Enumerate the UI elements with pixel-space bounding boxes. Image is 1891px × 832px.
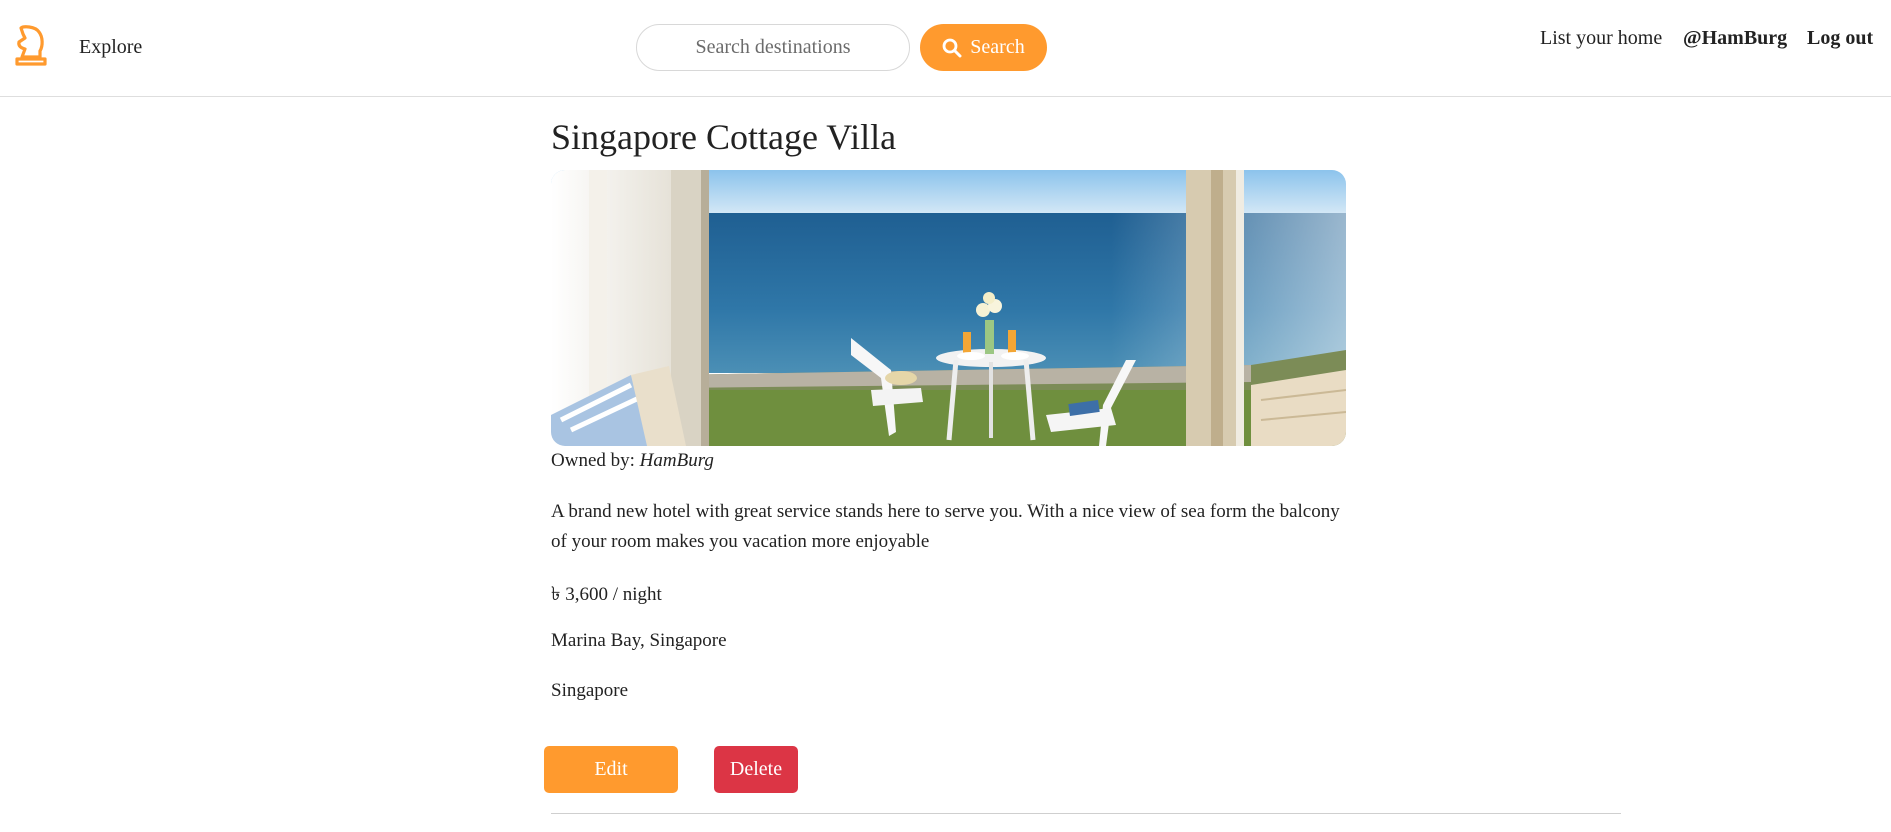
listing-country: Singapore: [551, 680, 629, 701]
search-icon: [942, 38, 962, 58]
section-divider: [551, 813, 1621, 814]
listing-title: Singapore Cottage Villa: [551, 117, 897, 157]
top-navbar: Explore Search List your home @HamBurg L…: [0, 0, 1891, 97]
search-button[interactable]: Search: [920, 24, 1047, 71]
list-your-home-link[interactable]: List your home: [1540, 27, 1662, 50]
nav-explore-link[interactable]: Explore: [79, 36, 142, 59]
search-button-label: Search: [970, 36, 1025, 58]
owner-name: HamBurg: [639, 450, 714, 471]
listing-description: A brand new hotel with great service sta…: [551, 501, 1340, 552]
listing-owner: Owned by: HamBurg: [551, 450, 714, 472]
user-profile-link[interactable]: @HamBurg: [1683, 27, 1787, 50]
listing-image: [551, 170, 1346, 446]
logout-link[interactable]: Log out: [1807, 27, 1873, 50]
listing-location: Marina Bay, Singapore: [551, 630, 727, 651]
delete-button[interactable]: Delete: [714, 746, 798, 793]
search-input[interactable]: [636, 24, 910, 71]
listing-price: ৳ 3,600 / night: [551, 584, 662, 605]
edit-button[interactable]: Edit: [544, 746, 678, 793]
owner-prefix: Owned by:: [551, 450, 635, 471]
chess-knight-icon[interactable]: [13, 24, 49, 66]
